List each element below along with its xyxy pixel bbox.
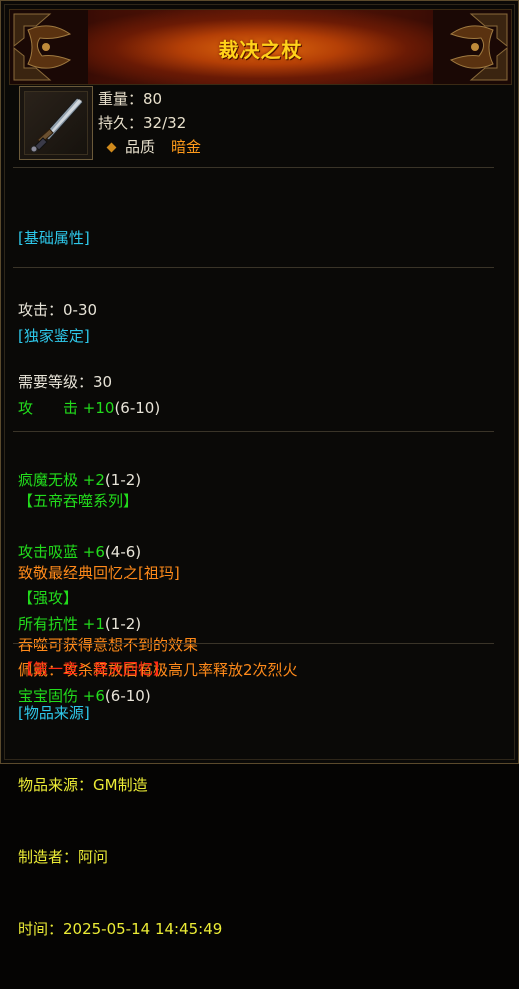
weight-row: 重量： 80 — [98, 87, 201, 111]
strong-attack-header: 【强攻】 — [18, 589, 79, 607]
divider — [13, 167, 494, 168]
divider — [13, 267, 494, 268]
diamond-icon — [106, 142, 117, 152]
quality-value: 暗金 — [171, 138, 202, 156]
basic-attributes-header: [基础属性] — [18, 229, 90, 247]
item-summary: 重量： 80 持久： 32/32 品质 暗金 — [98, 87, 201, 159]
series-header: 【五帝吞噬系列】 — [18, 492, 139, 510]
title-banner: 裁决之杖 — [9, 9, 512, 85]
quality-label: 品质 — [125, 138, 156, 156]
item-icon-frame — [24, 91, 88, 155]
unique-attributes-header: [独家鉴定] — [18, 327, 90, 345]
item-title: 裁决之杖 — [218, 38, 303, 62]
item-tooltip: 裁决之杖 重量： 80 持久： 32/32 品质 暗金 [基础属性] 攻击：0-… — [0, 0, 519, 938]
unique-range: (6-10) — [114, 399, 161, 417]
source-section: [物品来源] 物品来源：GM制造 制造者：阿问 时间：2025-05-14 14… — [18, 653, 222, 989]
weight-value: 80 — [143, 90, 163, 108]
quality-row: 品质 暗金 — [98, 135, 201, 159]
source-header: [物品来源] — [18, 704, 90, 722]
divider — [13, 431, 494, 432]
source-origin: 物品来源：GM制造 — [18, 776, 148, 794]
sword-icon — [30, 97, 84, 153]
unique-row: 攻 击 +10(6-10) — [18, 396, 160, 420]
durability-value: 32/32 — [143, 114, 187, 132]
unique-bonus: +10 — [82, 399, 115, 417]
source-maker: 制造者：阿问 — [18, 848, 109, 866]
durability-row: 持久： 32/32 — [98, 111, 201, 135]
divider — [13, 643, 494, 644]
durability-label: 持久： — [98, 114, 144, 132]
item-icon-slot — [19, 86, 93, 160]
source-time: 时间：2025-05-14 14:45:49 — [18, 920, 223, 938]
weight-label: 重量： — [98, 90, 144, 108]
unique-name: 攻 击 — [18, 399, 79, 417]
